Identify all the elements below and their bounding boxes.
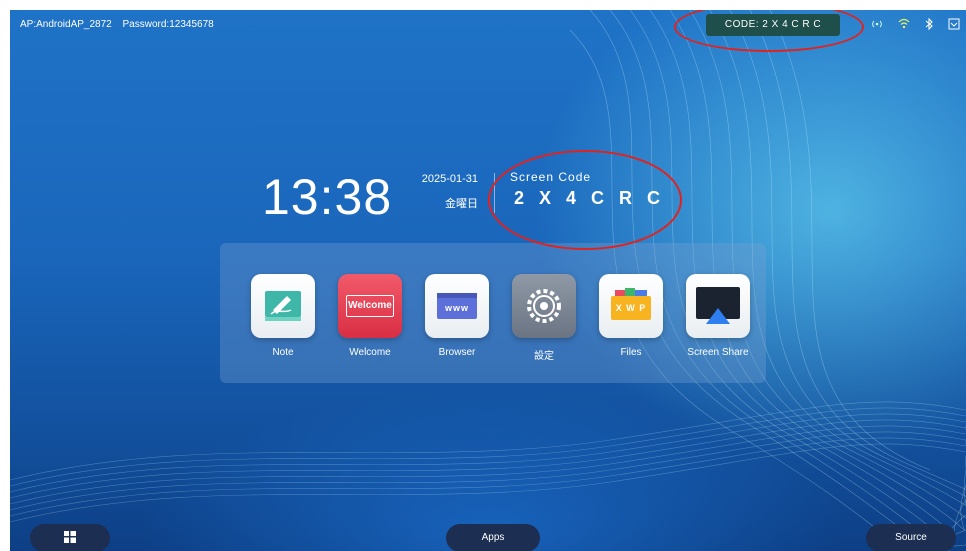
source-button[interactable]: Source	[866, 524, 956, 551]
windows-button[interactable]	[30, 524, 110, 551]
welcome-icon: Welcome	[338, 274, 402, 338]
date: 2025-01-31	[421, 173, 478, 185]
bluetooth-icon	[924, 17, 934, 33]
ap-password: Password:12345678	[122, 19, 214, 30]
files-tile-text: X W P	[615, 303, 647, 313]
clock-time: 13:38	[262, 169, 393, 225]
app-label: 設定	[534, 351, 554, 362]
browser-tile-text: www	[444, 303, 469, 313]
screen-share-icon	[686, 274, 750, 338]
app-label: Welcome	[349, 347, 391, 358]
app-label: Note	[272, 347, 294, 358]
windows-icon	[64, 531, 76, 544]
app-welcome[interactable]: Welcome Welcome	[337, 274, 403, 358]
apps-button[interactable]: Apps	[446, 524, 540, 551]
annotation-circle-center	[488, 150, 682, 250]
weekday: 金曜日	[445, 198, 478, 210]
ap-name: AP:AndroidAP_2872	[20, 19, 112, 30]
hotspot-info: AP:AndroidAP_2872 Password:12345678	[20, 19, 222, 30]
wifi-icon	[898, 18, 910, 33]
app-files[interactable]: X W P Files	[598, 274, 664, 358]
app-screen-share[interactable]: Screen Share	[685, 274, 751, 358]
settings-icon	[512, 274, 576, 338]
android-home-screen: AP:AndroidAP_2872 Password:12345678 CODE…	[10, 10, 966, 551]
app-label: Screen Share	[687, 347, 749, 358]
app-note[interactable]: Note	[250, 274, 316, 358]
files-icon: X W P	[599, 274, 663, 338]
app-settings[interactable]: 設定	[511, 274, 577, 362]
screen-icon	[948, 18, 960, 33]
browser-titlebar	[437, 293, 477, 298]
date-block: 2025-01-31 金曜日	[408, 173, 478, 211]
app-label: Files	[620, 347, 642, 358]
browser-window: www	[437, 293, 477, 319]
hotspot-icon	[870, 18, 884, 33]
welcome-tile-text: Welcome	[346, 295, 394, 317]
browser-icon: www	[425, 274, 489, 338]
app-dock: Note Welcome Welcome www Browser 設定 X W …	[220, 243, 766, 383]
app-label: Browser	[438, 347, 476, 358]
note-icon	[251, 274, 315, 338]
app-browser[interactable]: www Browser	[424, 274, 490, 358]
status-bar	[870, 17, 960, 33]
